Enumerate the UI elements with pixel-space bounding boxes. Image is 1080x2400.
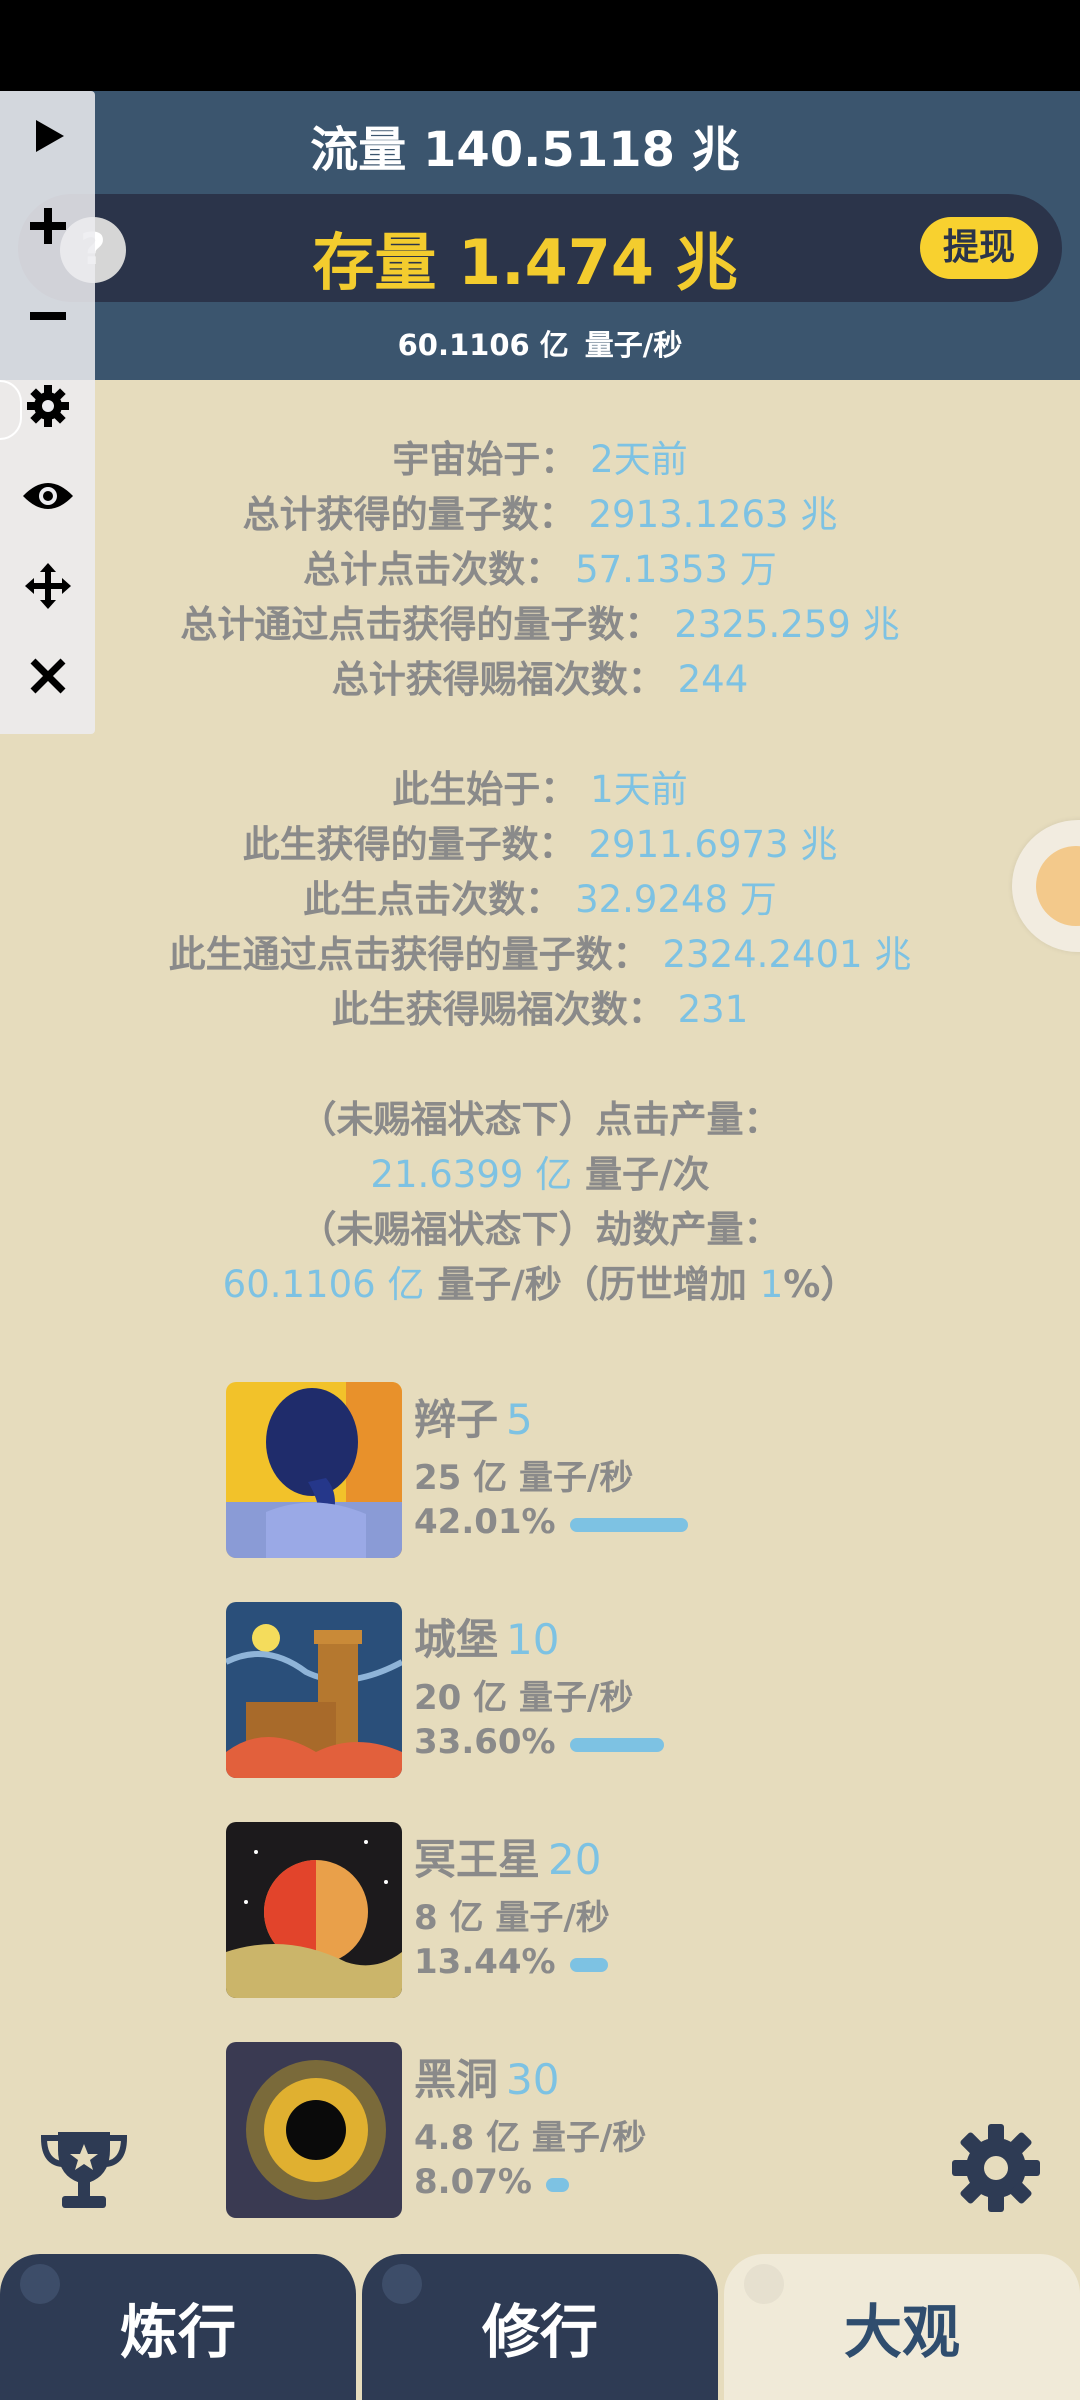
- tab-decoration: [20, 2264, 60, 2304]
- flow-display: 流量 140.5118 兆: [0, 110, 1050, 180]
- item-percentage: 13.44%: [414, 1942, 556, 1982]
- kalpa-output-label: （未赐福状态下）劫数产量：: [299, 1208, 781, 1251]
- braid-artwork: [226, 1382, 402, 1558]
- stat-row: 总计获得赐福次数： 244: [331, 658, 749, 701]
- item-share-bar: [570, 1738, 664, 1752]
- item-name: 冥王星 20: [414, 1835, 602, 1884]
- output-stats: （未赐福状态下）点击产量： 21.6399 亿 量子/次 （未赐福状态下）劫数产…: [0, 1092, 1080, 1312]
- move-icon[interactable]: [0, 541, 95, 631]
- pluto-artwork: [226, 1822, 402, 1998]
- stat-row: 总计点击次数： 57.1353 万: [303, 548, 777, 591]
- stat-row: 总计通过点击获得的量子数： 2325.259 兆: [180, 603, 900, 646]
- item-production: 4.8 亿 量子/秒: [414, 2118, 647, 2158]
- castle-artwork: [226, 1602, 402, 1778]
- rate-unit: 量子/秒: [584, 328, 683, 362]
- stat-row: 宇宙始于： 2天前: [392, 438, 688, 481]
- stock-display: 存量 1.474 兆: [0, 212, 1050, 302]
- item-name: 黑洞 30: [414, 2055, 560, 2104]
- rate-value: 60.1106 亿: [397, 328, 569, 362]
- click-output-value: 21.6399 亿 量子/次: [370, 1153, 710, 1196]
- flow-label: 流量: [310, 122, 407, 178]
- tab-overview[interactable]: 大观: [724, 2254, 1080, 2400]
- flow-value: 140.5118 兆: [422, 122, 740, 178]
- item-production: 20 亿 量子/秒: [414, 1678, 634, 1718]
- stock-label: 存量: [312, 226, 437, 299]
- plus-icon[interactable]: [0, 181, 95, 271]
- stat-row: 此生通过点击获得的量子数： 2324.2401 兆: [168, 933, 912, 976]
- blackhole-artwork: [226, 2042, 402, 2218]
- stat-row: 此生获得的量子数： 2911.6973 兆: [242, 823, 838, 866]
- tab-decoration: [382, 2264, 422, 2304]
- generator-item-braid[interactable]: 辫子 5 25 亿 量子/秒 42.01%: [226, 1382, 926, 1562]
- item-name: 城堡 10: [414, 1615, 560, 1664]
- tab-refine[interactable]: 炼行: [0, 2254, 356, 2400]
- item-production: 25 亿 量子/秒: [414, 1458, 634, 1498]
- generator-item-blackhole[interactable]: 黑洞 30 4.8 亿 量子/秒 8.07%: [226, 2042, 926, 2222]
- stat-row: 此生获得赐福次数： 231: [331, 988, 749, 1031]
- generator-item-castle[interactable]: 城堡 10 20 亿 量子/秒 33.60%: [226, 1602, 926, 1782]
- stat-row: 此生始于： 1天前: [392, 768, 688, 811]
- universe-stats: 宇宙始于： 2天前 总计获得的量子数： 2913.1263 兆 总计点击次数： …: [0, 432, 1080, 707]
- item-percentage: 42.01%: [414, 1502, 556, 1542]
- rate-display: 60.1106 亿量子/秒: [0, 322, 1080, 364]
- withdraw-button[interactable]: 提现: [920, 217, 1038, 279]
- item-production: 8 亿 量子/秒: [414, 1898, 610, 1938]
- life-stats: 此生始于： 1天前 此生获得的量子数： 2911.6973 兆 此生点击次数： …: [0, 762, 1080, 1037]
- stat-row: 总计获得的量子数： 2913.1263 兆: [242, 493, 838, 536]
- trophy-icon[interactable]: [36, 2122, 132, 2222]
- item-percentage: 33.60%: [414, 1722, 556, 1762]
- item-percentage: 8.07%: [414, 2162, 532, 2202]
- click-output-label: （未赐福状态下）点击产量：: [299, 1098, 781, 1141]
- item-share-bar: [570, 1518, 688, 1532]
- stat-row: 此生点击次数： 32.9248 万: [303, 878, 777, 921]
- minus-icon[interactable]: [0, 271, 95, 361]
- item-name: 辫子 5: [414, 1395, 533, 1444]
- kalpa-output-value: 60.1106 亿 量子/秒（历世增加 1%）: [222, 1263, 858, 1306]
- generator-item-pluto[interactable]: 冥王星 20 8 亿 量子/秒 13.44%: [226, 1822, 926, 2002]
- eye-icon[interactable]: [0, 451, 95, 541]
- close-icon[interactable]: [0, 631, 95, 721]
- settings-gear-icon[interactable]: [950, 2122, 1042, 2218]
- play-icon[interactable]: [0, 91, 95, 181]
- tab-cultivate[interactable]: 修行: [362, 2254, 718, 2400]
- item-share-bar: [546, 2178, 569, 2192]
- status-bar: [0, 0, 1080, 91]
- item-share-bar: [570, 1958, 608, 1972]
- tab-decoration: [744, 2264, 784, 2304]
- side-button-icon: [1036, 846, 1080, 926]
- stock-value: 1.474 兆: [457, 226, 738, 299]
